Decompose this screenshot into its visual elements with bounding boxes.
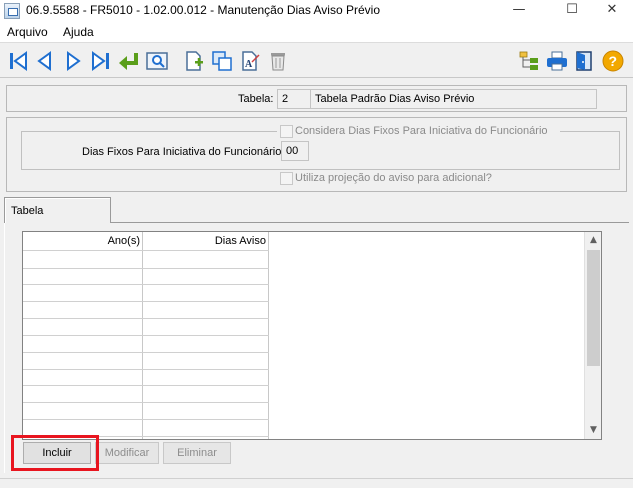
- grid-row-line: [23, 419, 269, 420]
- app-icon: [4, 3, 20, 19]
- considera-label: Considera Dias Fixos Para Iniciativa do …: [295, 125, 548, 137]
- goto-icon[interactable]: [117, 49, 141, 73]
- svg-text:A: A: [245, 59, 253, 70]
- projecao-label: Utiliza projeção do aviso para adicional…: [295, 172, 492, 184]
- close-button[interactable]: ✕: [589, 0, 633, 22]
- scroll-up-icon[interactable]: ▲: [585, 232, 601, 249]
- search-icon[interactable]: [145, 49, 169, 73]
- tabela-code-field[interactable]: 2: [277, 89, 311, 109]
- tabela-label: Tabela:: [238, 93, 274, 105]
- scroll-down-icon[interactable]: ▼: [585, 422, 601, 439]
- menu-ajuda[interactable]: Ajuda: [63, 25, 94, 39]
- help-icon[interactable]: ?: [601, 49, 625, 73]
- menu-arquivo[interactable]: Arquivo: [7, 25, 48, 39]
- tab-tabela-label: Tabela: [11, 205, 44, 217]
- svg-text:?: ?: [609, 53, 618, 69]
- dias-fixos-field[interactable]: 00: [281, 141, 309, 161]
- grid-row-line: [23, 284, 269, 285]
- options-panel: Considera Dias Fixos Para Iniciativa do …: [6, 117, 627, 192]
- first-icon[interactable]: [6, 49, 30, 73]
- exit-icon[interactable]: [573, 49, 597, 73]
- modificar-button[interactable]: Modificar: [95, 442, 159, 464]
- projecao-checkbox[interactable]: [280, 172, 293, 185]
- print-icon[interactable]: [545, 49, 569, 73]
- grid-row-line: [23, 402, 269, 403]
- toolbar: A ?: [0, 42, 633, 78]
- grid-row-line: [23, 335, 269, 336]
- header-panel: Tabela: 2 Tabela Padrão Dias Aviso Prévi…: [6, 85, 627, 112]
- incluir-highlight-box: [11, 435, 99, 471]
- previous-icon[interactable]: [33, 49, 57, 73]
- dias-fixos-label: Dias Fixos Para Iniciativa do Funcionári…: [82, 146, 285, 158]
- delete-icon[interactable]: [266, 49, 290, 73]
- tab-tabela[interactable]: Tabela: [4, 197, 111, 223]
- minimize-button[interactable]: —: [496, 0, 542, 22]
- edit-icon[interactable]: A: [238, 49, 262, 73]
- grid-header-anos[interactable]: Ano(s): [23, 232, 143, 250]
- grid-row-line: [23, 369, 269, 370]
- grid-row-line: [23, 250, 269, 251]
- last-icon[interactable]: [89, 49, 113, 73]
- grid-header-dias[interactable]: Dias Aviso: [143, 232, 269, 250]
- tabela-desc-field: Tabela Padrão Dias Aviso Prévio: [310, 89, 597, 109]
- grid-row-line: [23, 301, 269, 302]
- grid-row-line: [23, 318, 269, 319]
- window-title: 06.9.5588 - FR5010 - 1.02.00.012 - Manut…: [26, 3, 380, 17]
- menu-bar: Arquivo Ajuda: [0, 22, 633, 42]
- eliminar-button[interactable]: Eliminar: [163, 442, 231, 464]
- next-icon[interactable]: [61, 49, 85, 73]
- tab-strip-line: [111, 222, 629, 223]
- scroll-thumb[interactable]: [587, 250, 600, 366]
- copy-icon[interactable]: [210, 49, 234, 73]
- tab-page-edge: [4, 223, 5, 473]
- new-record-icon[interactable]: [182, 49, 206, 73]
- considera-checkbox[interactable]: [280, 125, 293, 138]
- title-bar: 06.9.5588 - FR5010 - 1.02.00.012 - Manut…: [0, 0, 633, 22]
- grid-vertical-scrollbar[interactable]: ▲ ▼: [584, 232, 601, 439]
- grid-row-line: [23, 385, 269, 386]
- grid-row-line: [23, 268, 269, 269]
- grid-row-line: [23, 352, 269, 353]
- status-bar: [0, 478, 633, 488]
- data-grid[interactable]: Ano(s) Dias Aviso ▲ ▼: [22, 231, 602, 440]
- tree-icon[interactable]: [517, 49, 541, 73]
